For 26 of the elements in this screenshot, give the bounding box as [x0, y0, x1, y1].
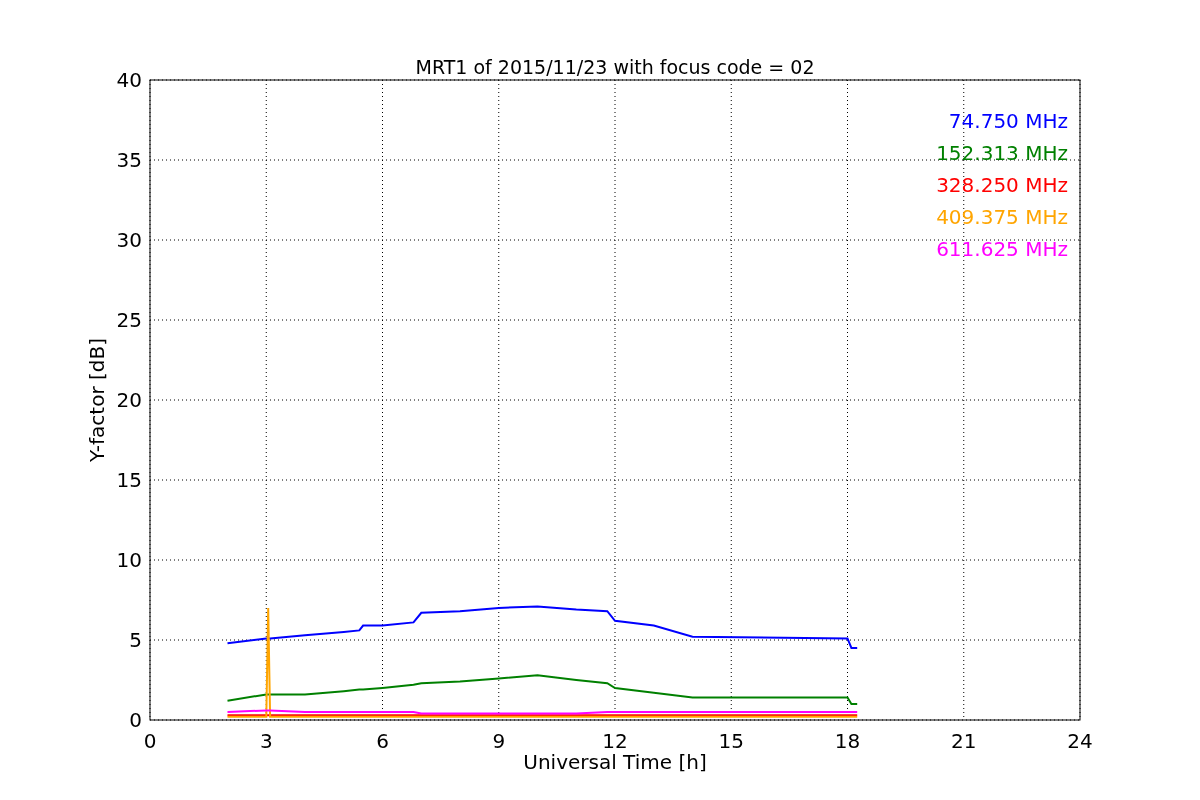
x-tick-label: 9	[492, 729, 506, 753]
x-tick-label: 15	[718, 729, 744, 753]
legend-label: 74.750 MHz	[948, 109, 1068, 133]
x-tick-label: 0	[143, 729, 157, 753]
y-tick-label: 15	[116, 468, 142, 492]
y-tick-label: 35	[116, 148, 142, 172]
chart-title: MRT1 of 2015/11/23 with focus code = 02	[415, 56, 815, 78]
y-tick-label: 30	[116, 228, 142, 252]
y-tick-label: 0	[129, 708, 142, 732]
y-axis-label: Y-factor [dB]	[85, 338, 109, 462]
x-tick-label: 18	[834, 729, 861, 753]
x-tick-label: 24	[1067, 729, 1093, 753]
legend-label: 328.250 MHz	[936, 173, 1068, 197]
y-tick-label: 10	[116, 548, 142, 572]
x-axis-label: Universal Time [h]	[523, 750, 707, 774]
y-tick-label: 20	[116, 388, 142, 412]
y-tick-label: 40	[116, 68, 142, 92]
y-tick-label: 5	[129, 628, 142, 652]
legend-label: 409.375 MHz	[936, 205, 1068, 229]
x-tick-label: 12	[602, 729, 628, 753]
legend-label: 611.625 MHz	[936, 237, 1068, 261]
x-tick-label: 3	[259, 729, 273, 753]
x-tick-label: 21	[951, 729, 977, 753]
x-tick-label: 6	[376, 729, 389, 753]
legend-label: 152.313 MHz	[936, 141, 1068, 165]
y-tick-label: 25	[116, 308, 142, 332]
